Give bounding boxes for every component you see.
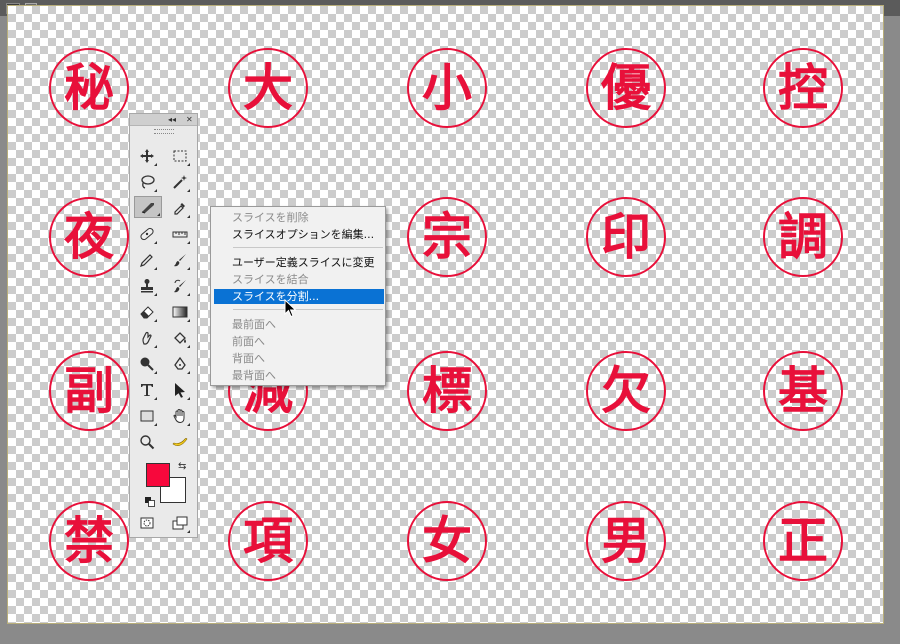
move-icon[interactable] — [136, 145, 158, 167]
menu-item-delete-slice[interactable]: スライスを削除 — [214, 210, 384, 225]
default-colors-icon[interactable] — [145, 492, 155, 507]
screen-mode-icon[interactable] — [169, 512, 191, 534]
panel-grip[interactable] — [154, 129, 174, 134]
zoom-icon[interactable] — [136, 431, 158, 453]
menu-separator — [233, 309, 383, 310]
pen-icon[interactable] — [169, 353, 191, 375]
foreground-color-swatch[interactable] — [146, 463, 170, 487]
rectangle-icon[interactable] — [136, 405, 158, 427]
tools-panel-header[interactable]: ◂◂ ✕ — [130, 114, 197, 126]
eraser-icon[interactable] — [136, 301, 158, 323]
ruler-icon[interactable] — [169, 223, 191, 245]
banana-icon[interactable] — [169, 431, 191, 453]
collapse-panel-icon[interactable]: ◂◂ — [168, 114, 176, 125]
menu-item-edit-slice-options[interactable]: スライスオプションを編集... — [214, 227, 384, 242]
lasso-icon[interactable] — [136, 171, 158, 193]
pencil-icon[interactable] — [136, 249, 158, 271]
menu-item-promote-to-user-slice[interactable]: ユーザー定義スライスに変更 — [214, 255, 384, 270]
healing-brush-icon[interactable] — [136, 223, 158, 245]
menu-item-bring-to-front[interactable]: 最前面へ — [214, 317, 384, 332]
path-selection-icon[interactable] — [169, 379, 191, 401]
menu-item-send-backward[interactable]: 背面へ — [214, 351, 384, 366]
brush-icon[interactable] — [169, 249, 191, 271]
menu-item-combine-slices[interactable]: スライスを結合 — [214, 272, 384, 287]
clone-stamp-icon[interactable] — [136, 275, 158, 297]
mouse-cursor-icon — [284, 298, 298, 319]
magic-wand-icon[interactable] — [169, 171, 191, 193]
marquee-icon[interactable] — [169, 145, 191, 167]
close-panel-icon[interactable]: ✕ — [186, 114, 193, 125]
smudge-icon[interactable] — [136, 327, 158, 349]
tools-panel[interactable]: ◂◂ ✕ ⇆ — [129, 113, 198, 538]
eyedropper-icon[interactable] — [169, 197, 191, 219]
swap-colors-icon[interactable]: ⇆ — [178, 461, 186, 472]
gradient-icon[interactable] — [169, 301, 191, 323]
slice-context-menu: スライスを削除 スライスオプションを編集... ユーザー定義スライスに変更 スラ… — [210, 206, 386, 386]
dodge-icon[interactable] — [136, 353, 158, 375]
quick-mask-icon[interactable] — [136, 512, 158, 534]
menu-item-send-to-back[interactable]: 最背面へ — [214, 368, 384, 383]
menu-item-divide-slice[interactable]: スライスを分割... — [214, 289, 384, 304]
menu-separator — [233, 247, 383, 248]
type-icon[interactable] — [136, 379, 158, 401]
slice-icon[interactable] — [134, 196, 162, 218]
paint-bucket-icon[interactable] — [169, 327, 191, 349]
hand-icon[interactable] — [169, 405, 191, 427]
menu-item-bring-forward[interactable]: 前面へ — [214, 334, 384, 349]
history-brush-icon[interactable] — [169, 275, 191, 297]
